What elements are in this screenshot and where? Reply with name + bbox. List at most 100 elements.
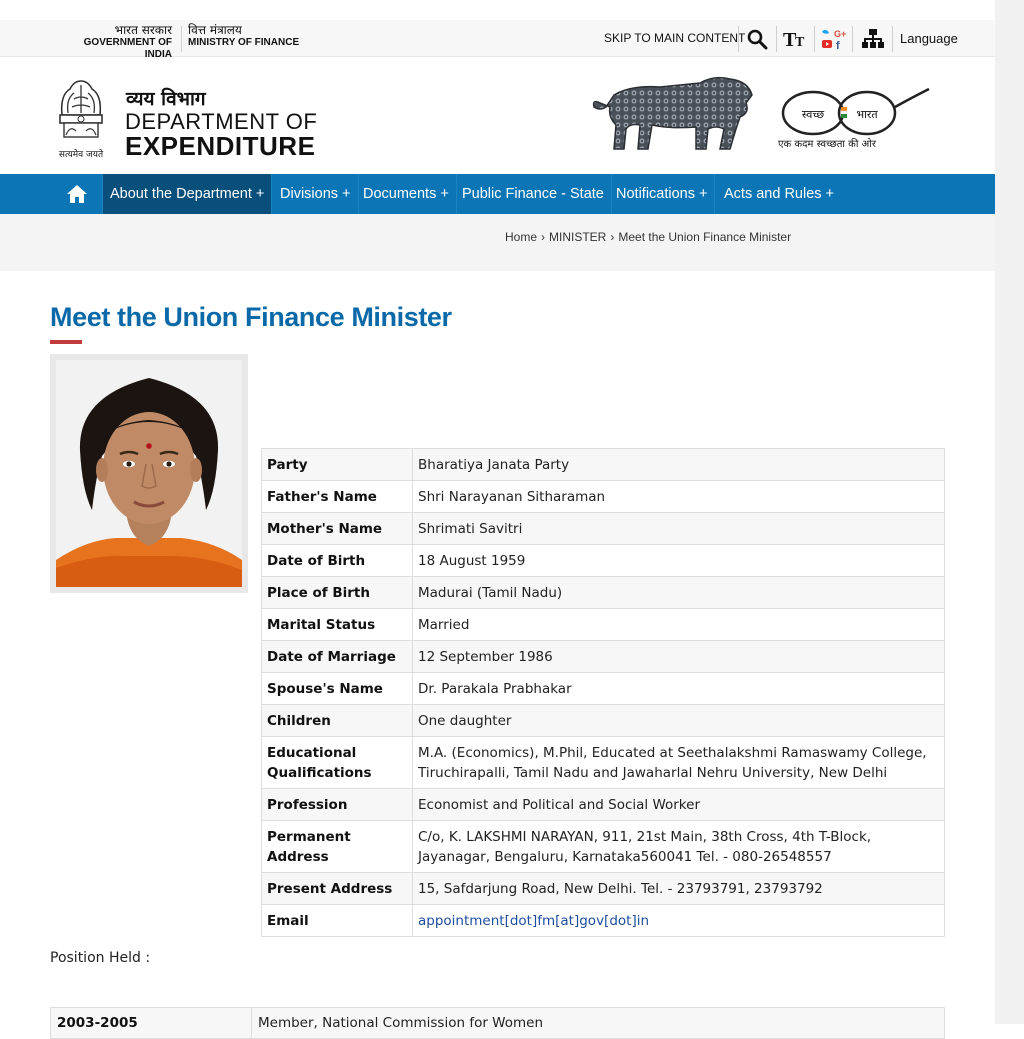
divider [892, 26, 893, 52]
field-label: Date of Birth [261, 544, 413, 577]
field-label: Marital Status [261, 608, 413, 641]
position-held-label: Position Held : [50, 950, 151, 966]
field-label: Party [261, 448, 413, 481]
title-underline [50, 340, 82, 344]
field-label: Children [261, 704, 413, 737]
nav-item-public-finance-state[interactable]: Public Finance - State [455, 174, 612, 214]
field-label: Permanent Address [261, 820, 413, 873]
ministry-hindi: वित्त मंत्रालय [188, 23, 242, 37]
field-value: 12 September 1986 [412, 640, 945, 673]
table-row: Educational Qualifications M.A. (Economic… [261, 736, 945, 789]
field-value: appointment[dot]fm[at]gov[dot]in [412, 904, 945, 937]
field-value: Married [412, 608, 945, 641]
field-label: Date of Marriage [261, 640, 413, 673]
swachh-tagline: एक कदम स्वच्छता की ओर [778, 138, 877, 150]
table-row: Date of Birth 18 August 1959 [261, 544, 945, 577]
divider [181, 26, 182, 52]
table-row: Email appointment[dot]fm[at]gov[dot]in [261, 904, 945, 937]
chevron-right-icon: › [541, 230, 546, 244]
field-label: Profession [261, 788, 413, 821]
field-value: Bharatiya Janata Party [412, 448, 945, 481]
table-row: Place of Birth Madurai (Tamil Nadu) [261, 576, 945, 609]
home-icon[interactable] [52, 174, 103, 214]
sitemap-icon[interactable] [860, 26, 886, 52]
field-label: Place of Birth [261, 576, 413, 609]
department-name-line2: EXPENDITURE [125, 131, 316, 161]
table-row: Mother's Name Shrimati Savitri [261, 512, 945, 545]
email-link[interactable]: appointment[dot]fm[at]gov[dot]in [418, 913, 649, 929]
main-navigation: About the Department + Divisions + Docum… [0, 174, 995, 214]
divider [814, 26, 815, 52]
divider [738, 26, 739, 52]
social-media-icon[interactable]: G+ f [820, 26, 846, 52]
position-role: Member, National Commission for Women [251, 1007, 945, 1039]
ministry-of-finance-link[interactable]: वित्त मंत्रालय MINISTRY OF FINANCE [188, 23, 299, 49]
svg-text:f: f [836, 40, 840, 51]
field-label: Educational Qualifications [261, 736, 413, 789]
table-row: 2003-2005 Member, National Commission for… [50, 1007, 945, 1039]
top-utility-bar: भारत सरकार GOVERNMENT OF INDIA वित्त मंत… [0, 20, 995, 60]
field-value: Dr. Parakala Prabhakar [412, 672, 945, 705]
svg-text:T: T [795, 35, 805, 50]
skip-to-main-content-link[interactable]: SKIP TO MAIN CONTENT [604, 31, 745, 45]
language-selector[interactable]: Language [900, 31, 958, 46]
chevron-right-icon: › [610, 230, 615, 244]
department-name-hindi: व्यय विभाग [126, 88, 206, 110]
text-size-icon[interactable]: TT [782, 26, 808, 52]
table-row: Profession Economist and Political and So… [261, 788, 945, 821]
field-value: One daughter [412, 704, 945, 737]
table-row: Spouse's Name Dr. Parakala Prabhakar [261, 672, 945, 705]
swachh-word: स्वच्छ [802, 108, 824, 121]
breadcrumb-minister[interactable]: MINISTER [549, 230, 606, 244]
svg-text:G+: G+ [834, 29, 846, 39]
field-value: Shrimati Savitri [412, 512, 945, 545]
table-row: Father's Name Shri Narayanan Sitharaman [261, 480, 945, 513]
field-value: Madurai (Tamil Nadu) [412, 576, 945, 609]
field-label: Email [261, 904, 413, 937]
emblem-motto: सत्यमेव जयते [59, 148, 104, 160]
table-row: Permanent Address C/o, K. LAKSHMI NARAYAN… [261, 820, 945, 873]
breadcrumb-bar: Home › MINISTER › Meet the Union Finance Min… [0, 214, 995, 271]
swachh-bharat-logo: स्वच्छ भारत एक कदम स्वच्छता की ओर [775, 77, 935, 157]
position-year: 2003-2005 [50, 1007, 252, 1039]
nav-item-acts-and-rules[interactable]: Acts and Rules + [717, 174, 841, 214]
minister-photo [50, 354, 248, 593]
table-row: Party Bharatiya Janata Party [261, 448, 945, 481]
field-value: 18 August 1959 [412, 544, 945, 577]
minister-profile-table: Party Bharatiya Janata Party Father's Name… [261, 448, 945, 937]
field-label: Spouse's Name [261, 672, 413, 705]
divider [776, 26, 777, 52]
field-value: C/o, K. LAKSHMI NARAYAN, 911, 21st Main,… [412, 820, 945, 873]
positions-table: 2003-2005 Member, National Commission for… [50, 1007, 945, 1039]
site-header: सत्यमेव जयते व्यय विभाग DEPARTMENT OF EX… [0, 57, 995, 174]
nav-item-notifications[interactable]: Notifications + [609, 174, 716, 214]
field-value: Economist and Political and Social Worke… [412, 788, 945, 821]
field-value: M.A. (Economics), M.Phil, Educated at Se… [412, 736, 945, 789]
field-label: Mother's Name [261, 512, 413, 545]
page-scroll-area [995, 0, 1024, 1024]
nav-item-about-department[interactable]: About the Department + [103, 174, 273, 214]
field-label: Present Address [261, 872, 413, 905]
field-value: 15, Safdarjung Road, New Delhi. Tel. - 2… [412, 872, 945, 905]
bharat-word: भारत [856, 108, 878, 121]
nav-item-divisions[interactable]: Divisions + [273, 174, 359, 214]
table-row: Date of Marriage 12 September 1986 [261, 640, 945, 673]
table-row: Marital Status Married [261, 608, 945, 641]
nav-item-documents[interactable]: Documents + [356, 174, 457, 214]
field-value: Shri Narayanan Sitharaman [412, 480, 945, 513]
table-row: Present Address 15, Safdarjung Road, New … [261, 872, 945, 905]
make-in-india-lion-logo [590, 73, 755, 153]
divider [852, 26, 853, 52]
national-emblem-logo[interactable]: सत्यमेव जयते [52, 75, 110, 161]
table-row: Children One daughter [261, 704, 945, 737]
field-label: Father's Name [261, 480, 413, 513]
breadcrumb-current: Meet the Union Finance Minister [618, 230, 792, 244]
page-title: Meet the Union Finance Minister [50, 302, 452, 332]
search-icon[interactable] [744, 26, 770, 52]
breadcrumb-home[interactable]: Home [505, 230, 537, 244]
gov-india-hindi: भारत सरकार [114, 23, 172, 37]
government-of-india-link[interactable]: भारत सरकार GOVERNMENT OF INDIA [58, 23, 172, 61]
page: भारत सरकार GOVERNMENT OF INDIA वित्त मंत… [0, 0, 995, 1039]
ministry-english: MINISTRY OF FINANCE [188, 37, 300, 48]
breadcrumb: Home › MINISTER › Meet the Union Finance Min… [505, 230, 791, 244]
